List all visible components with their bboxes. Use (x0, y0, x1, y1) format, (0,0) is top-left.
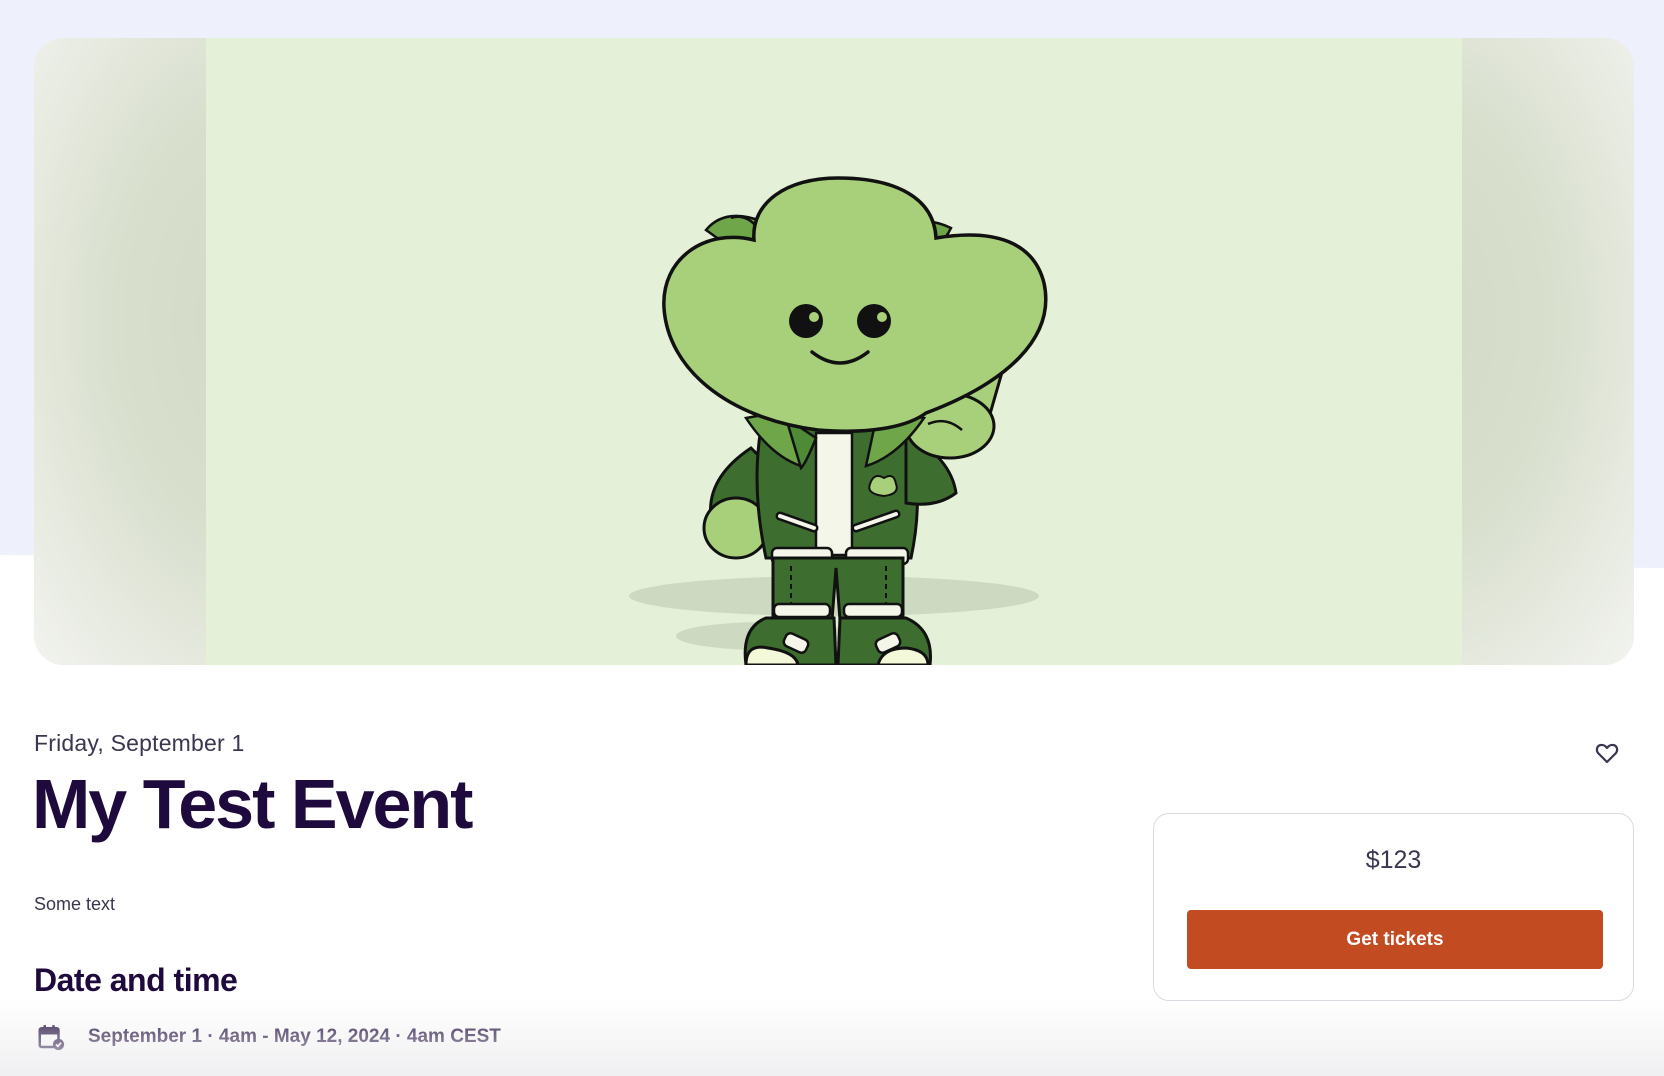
date-time-heading: Date and time (34, 962, 238, 998)
ticket-price: $123 (1365, 846, 1422, 874)
mascot-illustration (629, 176, 1048, 665)
favorite-button[interactable] (1588, 734, 1626, 772)
hero-banner (34, 38, 1634, 665)
event-date: Friday, September 1 (34, 730, 245, 756)
event-title: My Test Event (32, 765, 473, 843)
hero-blur-left (34, 38, 206, 665)
get-tickets-button[interactable]: Get tickets (1187, 910, 1603, 969)
ticket-card: $123 Get tickets (1153, 813, 1634, 1001)
heart-icon (1595, 743, 1619, 764)
event-page: Friday, September 1 My Test Event Some t… (0, 0, 1664, 1076)
event-summary: Some text (34, 894, 116, 914)
hero-blur-right (1462, 38, 1634, 665)
hero-image (206, 38, 1462, 665)
date-time-row: September 1 · 4am - May 12, 2024 · 4am C… (36, 1022, 501, 1052)
calendar-icon (38, 1025, 65, 1051)
date-time-range: September 1 · 4am - May 12, 2024 · 4am C… (88, 1026, 501, 1047)
